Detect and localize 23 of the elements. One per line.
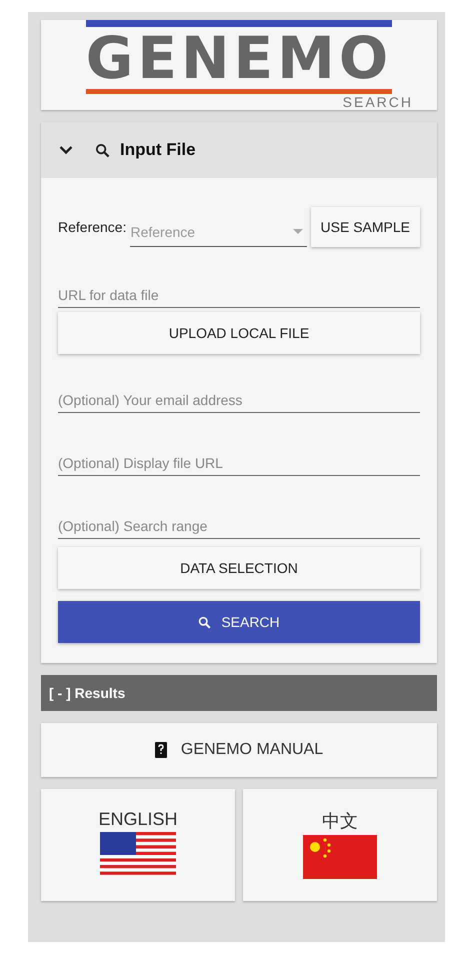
logo-title: GENEMO: [86, 20, 392, 94]
dropdown-arrow-icon: [292, 229, 303, 235]
upload-button[interactable]: UPLOAD LOCAL FILE: [58, 312, 420, 354]
language-button[interactable]: ENGLISH: [41, 789, 235, 901]
search-icon: [95, 142, 110, 158]
chevron-down-icon: [59, 145, 73, 155]
manual-button[interactable]: GENEMO MANUAL: [41, 723, 437, 777]
search-range-field[interactable]: (Optional) Search range: [58, 514, 420, 539]
logo-subtitle: SEARCH: [342, 94, 413, 110]
flag-icon: [303, 835, 377, 879]
language-button[interactable]: 中文: [243, 789, 437, 901]
search-icon: [198, 616, 212, 628]
help-book-icon: [154, 742, 167, 758]
input-panel-header[interactable]: Input File: [41, 122, 437, 178]
results-bar[interactable]: [ - ] Results: [41, 675, 437, 711]
search-button[interactable]: SEARCH: [58, 601, 420, 643]
reference-label: Reference:: [58, 218, 126, 234]
flag-icon: [100, 832, 176, 876]
use-sample-button[interactable]: USE SAMPLE: [310, 206, 420, 246]
display-url-field[interactable]: (Optional) Display file URL: [58, 451, 420, 476]
url-field[interactable]: URL for data file: [58, 283, 420, 308]
data-selection-button[interactable]: DATA SELECTION: [58, 547, 420, 589]
email-field[interactable]: (Optional) Your email address: [58, 388, 420, 413]
